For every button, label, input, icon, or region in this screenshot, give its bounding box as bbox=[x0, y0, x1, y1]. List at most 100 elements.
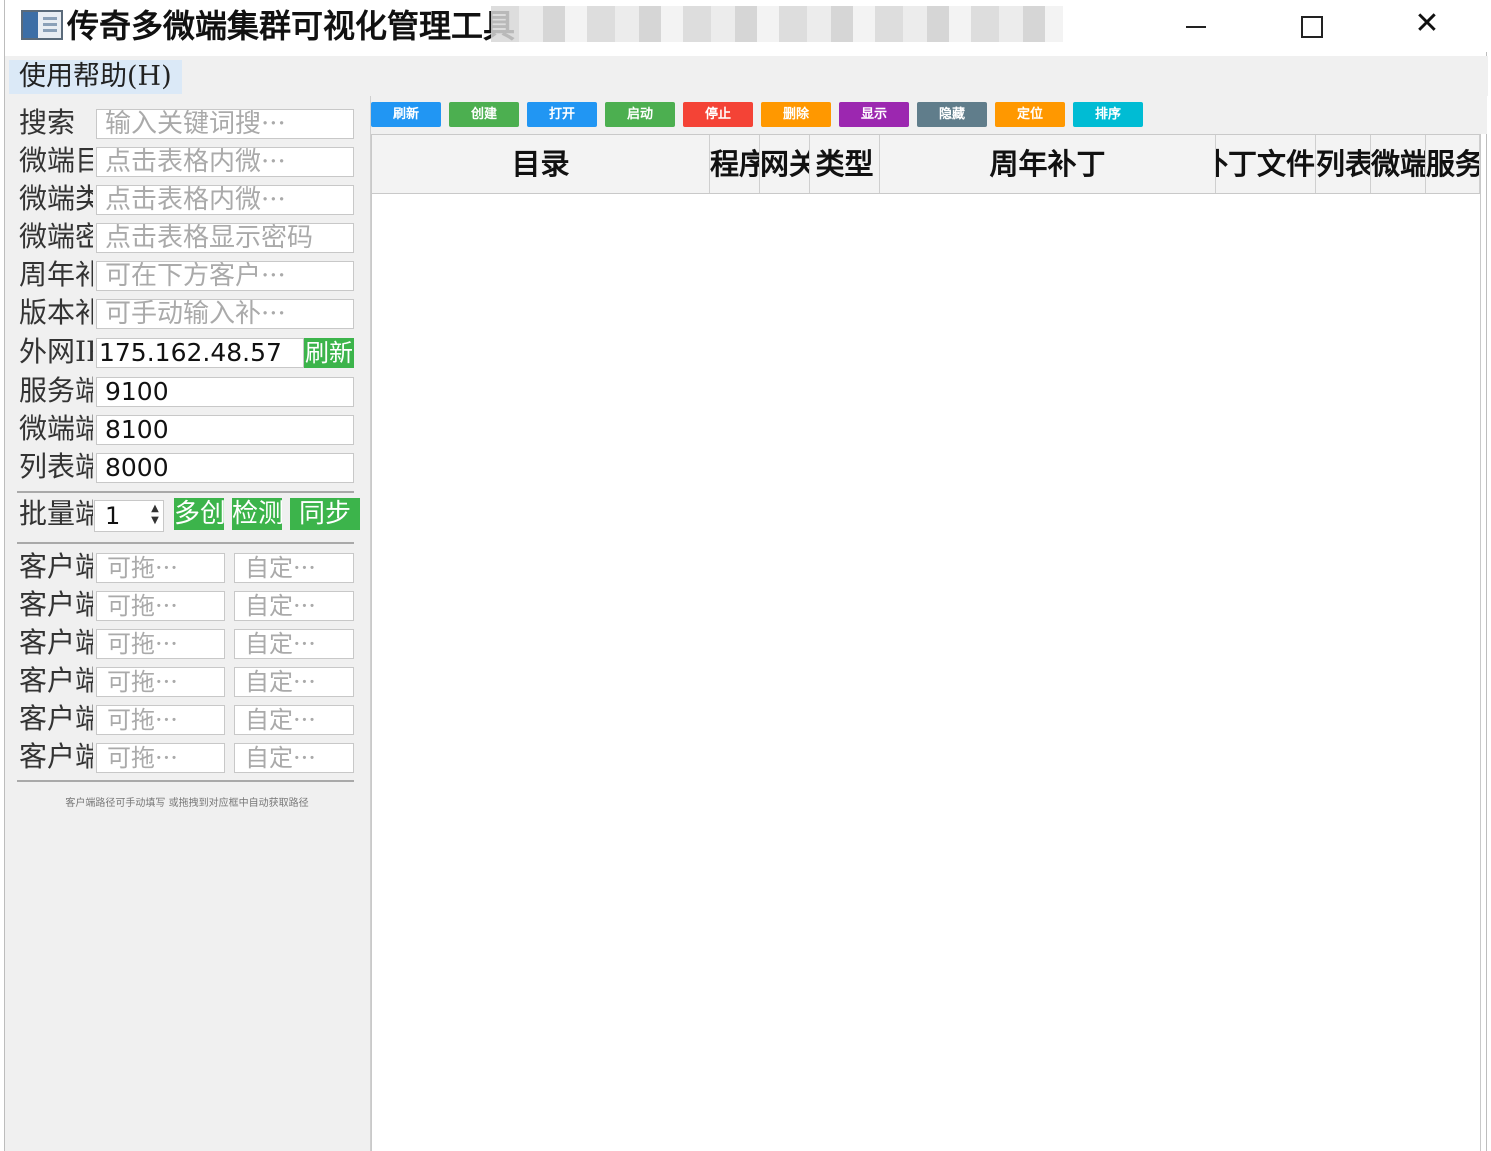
external-ip-label: 外网IP bbox=[19, 335, 93, 368]
locate-button[interactable]: 定位 bbox=[995, 102, 1065, 127]
client-row: 客户端 可拖··· 自定··· bbox=[17, 664, 357, 697]
client-label: 客户端 bbox=[19, 588, 93, 621]
client-custom-input[interactable]: 自定··· bbox=[234, 553, 354, 583]
instances-table[interactable]: 目录 程序 网关 类型 周年补丁 补丁文件 列表 微端 服务 bbox=[371, 134, 1481, 1151]
close-icon[interactable]: ✕ bbox=[1397, 4, 1457, 46]
service-port-input[interactable]: 9100 bbox=[96, 377, 354, 407]
client-path-input[interactable]: 可拖··· bbox=[96, 629, 225, 659]
table-header: 目录 程序 网关 类型 周年补丁 补丁文件 列表 微端 服务 bbox=[372, 134, 1480, 194]
anniversary-patch-row: 周年补 可在下方客户··· bbox=[17, 258, 357, 291]
search-row: 搜索 输入关键词搜··· bbox=[17, 106, 357, 139]
client-path-input[interactable]: 可拖··· bbox=[96, 553, 225, 583]
maximize-icon[interactable] bbox=[1281, 4, 1341, 46]
divider bbox=[17, 491, 354, 493]
micro-port-input[interactable]: 8100 bbox=[96, 415, 354, 445]
micro-password-label: 微端密 bbox=[19, 220, 93, 253]
client-label: 客户端 bbox=[19, 740, 93, 773]
menu-bar: 使用帮助(H) bbox=[5, 56, 1488, 96]
client-row: 客户端 可拖··· 自定··· bbox=[17, 740, 357, 773]
settings-panel: 搜索 输入关键词搜··· 微端目 点击表格内微··· 微端类 点击表格内微···… bbox=[5, 96, 371, 1151]
column-header-anniversary-patch[interactable]: 周年补丁 bbox=[880, 135, 1216, 193]
show-button[interactable]: 显示 bbox=[839, 102, 909, 127]
client-row: 客户端 可拖··· 自定··· bbox=[17, 626, 357, 659]
batch-sync-button[interactable]: 同步 bbox=[290, 498, 360, 530]
micro-type-input[interactable]: 点击表格内微··· bbox=[96, 185, 354, 215]
list-port-row: 列表端 8000 bbox=[17, 450, 357, 483]
micro-type-label: 微端类 bbox=[19, 182, 93, 215]
column-header-list[interactable]: 列表 bbox=[1316, 135, 1371, 193]
client-label: 客户端 bbox=[19, 626, 93, 659]
external-ip-row: 外网IP 175.162.48.57 刷新 bbox=[17, 335, 357, 368]
start-button[interactable]: 启动 bbox=[605, 102, 675, 127]
version-patch-input[interactable]: 可手动输入补··· bbox=[96, 299, 354, 329]
menu-help[interactable]: 使用帮助(H) bbox=[9, 60, 182, 94]
column-header-gateway[interactable]: 网关 bbox=[760, 135, 810, 193]
create-button[interactable]: 创建 bbox=[449, 102, 519, 127]
search-label: 搜索 bbox=[19, 106, 76, 139]
client-path-input[interactable]: 可拖··· bbox=[96, 591, 225, 621]
client-custom-input[interactable]: 自定··· bbox=[234, 667, 354, 697]
micro-password-row: 微端密 点击表格显示密码 bbox=[17, 220, 357, 253]
client-row: 客户端 可拖··· 自定··· bbox=[17, 550, 357, 583]
client-path-input[interactable]: 可拖··· bbox=[96, 705, 225, 735]
list-port-label: 列表端 bbox=[19, 450, 93, 483]
client-custom-input[interactable]: 自定··· bbox=[234, 591, 354, 621]
column-header-type[interactable]: 类型 bbox=[810, 135, 880, 193]
batch-create-button[interactable]: 多创 bbox=[174, 498, 224, 530]
column-header-program[interactable]: 程序 bbox=[710, 135, 760, 193]
stepper-down-icon[interactable]: ▼ bbox=[149, 515, 161, 527]
micro-type-row: 微端类 点击表格内微··· bbox=[17, 182, 357, 215]
client-custom-input[interactable]: 自定··· bbox=[234, 629, 354, 659]
micro-dir-row: 微端目 点击表格内微··· bbox=[17, 144, 357, 177]
window-title: 传奇多微端集群可视化管理工具 bbox=[67, 7, 516, 45]
micro-port-row: 微端端 8100 bbox=[17, 412, 357, 445]
column-header-micro[interactable]: 微端 bbox=[1371, 135, 1426, 193]
service-port-row: 服务端 9100 bbox=[17, 374, 357, 407]
external-ip-input[interactable]: 175.162.48.57 bbox=[96, 338, 304, 368]
hide-button[interactable]: 隐藏 bbox=[917, 102, 987, 127]
client-path-hint: 客户端路径可手动填写 或拖拽到对应框中自动获取路径 bbox=[65, 798, 309, 809]
micro-dir-input[interactable]: 点击表格内微··· bbox=[96, 147, 354, 177]
open-button[interactable]: 打开 bbox=[527, 102, 597, 127]
action-toolbar: 刷新 创建 打开 启动 停止 删除 显示 隐藏 定位 排序 bbox=[371, 96, 1487, 134]
column-header-patch-file[interactable]: 补丁文件 bbox=[1216, 135, 1316, 193]
client-label: 客户端 bbox=[19, 702, 93, 735]
client-label: 客户端 bbox=[19, 550, 93, 583]
search-input[interactable]: 输入关键词搜··· bbox=[96, 109, 354, 139]
client-label: 客户端 bbox=[19, 664, 93, 697]
anniversary-patch-label: 周年补 bbox=[19, 258, 93, 291]
version-patch-row: 版本补 可手动输入补··· bbox=[17, 296, 357, 329]
title-bar: 传奇多微端集群可视化管理工具 ✕ bbox=[5, 0, 1488, 52]
batch-count-value: 1 bbox=[105, 502, 121, 530]
client-custom-input[interactable]: 自定··· bbox=[234, 743, 354, 773]
client-row: 客户端 可拖··· 自定··· bbox=[17, 702, 357, 735]
batch-count-stepper[interactable]: 1 ▲ ▼ bbox=[94, 500, 164, 532]
micro-password-input[interactable]: 点击表格显示密码 bbox=[96, 223, 354, 253]
refresh-button[interactable]: 刷新 bbox=[371, 102, 441, 127]
batch-check-button[interactable]: 检测 bbox=[232, 498, 282, 530]
redacted-title-area bbox=[491, 6, 1063, 42]
micro-port-label: 微端端 bbox=[19, 412, 93, 445]
stepper-up-icon[interactable]: ▲ bbox=[149, 503, 161, 515]
version-patch-label: 版本补 bbox=[19, 296, 93, 329]
column-header-directory[interactable]: 目录 bbox=[372, 135, 710, 193]
service-port-label: 服务端 bbox=[19, 374, 93, 407]
column-header-service[interactable]: 服务 bbox=[1426, 135, 1480, 193]
divider bbox=[17, 542, 354, 544]
client-custom-input[interactable]: 自定··· bbox=[234, 705, 354, 735]
refresh-ip-button[interactable]: 刷新 bbox=[304, 338, 354, 368]
delete-button[interactable]: 删除 bbox=[761, 102, 831, 127]
list-port-input[interactable]: 8000 bbox=[96, 453, 354, 483]
app-window: 传奇多微端集群可视化管理工具 ✕ 使用帮助(H) 搜索 输入关键词搜··· 微端… bbox=[4, 0, 1488, 1151]
anniversary-patch-input[interactable]: 可在下方客户··· bbox=[96, 261, 354, 291]
client-path-input[interactable]: 可拖··· bbox=[96, 743, 225, 773]
minimize-icon[interactable] bbox=[1165, 4, 1225, 46]
batch-row: 批量端 1 ▲ ▼ 多创 检测 同步 bbox=[17, 497, 360, 532]
stop-button[interactable]: 停止 bbox=[683, 102, 753, 127]
divider bbox=[17, 780, 354, 782]
sort-button[interactable]: 排序 bbox=[1073, 102, 1143, 127]
stepper-arrows[interactable]: ▲ ▼ bbox=[149, 503, 161, 529]
batch-label: 批量端 bbox=[19, 497, 93, 530]
client-path-input[interactable]: 可拖··· bbox=[96, 667, 225, 697]
client-row: 客户端 可拖··· 自定··· bbox=[17, 588, 357, 621]
